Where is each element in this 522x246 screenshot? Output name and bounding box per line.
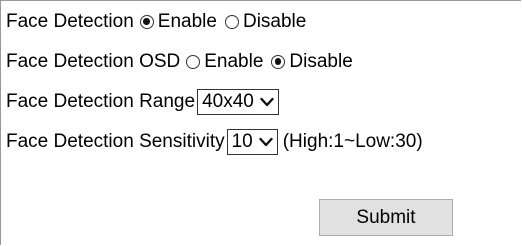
face-detection-range-value: 40x40 <box>202 91 254 112</box>
face-detection-row: Face Detection Enable Disable <box>6 7 308 37</box>
face-detection-osd-disable-label[interactable]: Disable <box>289 51 352 73</box>
chevron-down-icon <box>259 137 273 147</box>
face-detection-osd-label: Face Detection OSD <box>6 51 181 72</box>
face-detection-disable-label[interactable]: Disable <box>243 11 306 33</box>
face-detection-osd-row: Face Detection OSD Enable Disable <box>6 47 355 77</box>
face-detection-sensitivity-value: 10 <box>231 131 253 152</box>
face-detection-enable-radio[interactable] <box>139 15 154 29</box>
face-detection-sensitivity-row: Face Detection Sensitivity 10 (High:1~Lo… <box>6 127 423 157</box>
face-detection-osd-disable-radio[interactable] <box>271 55 286 69</box>
settings-panel: Face Detection Enable Disable Face Detec… <box>0 0 521 245</box>
face-detection-sensitivity-label: Face Detection Sensitivity <box>6 131 225 152</box>
face-detection-range-label: Face Detection Range <box>6 91 196 112</box>
face-detection-range-row: Face Detection Range 40x40 <box>6 87 279 117</box>
submit-button[interactable]: Submit <box>319 199 453 236</box>
face-detection-osd-enable-label[interactable]: Enable <box>204 51 263 73</box>
face-detection-osd-enable-radio[interactable] <box>186 55 201 69</box>
sensitivity-range-hint: (High:1~Low:30) <box>282 131 423 152</box>
face-detection-range-select[interactable]: 40x40 <box>197 89 279 115</box>
face-detection-enable-label[interactable]: Enable <box>158 11 217 33</box>
face-detection-sensitivity-select[interactable]: 10 <box>226 129 278 155</box>
face-detection-disable-radio[interactable] <box>224 15 239 29</box>
face-detection-label: Face Detection <box>6 11 134 32</box>
chevron-down-icon <box>260 97 274 107</box>
